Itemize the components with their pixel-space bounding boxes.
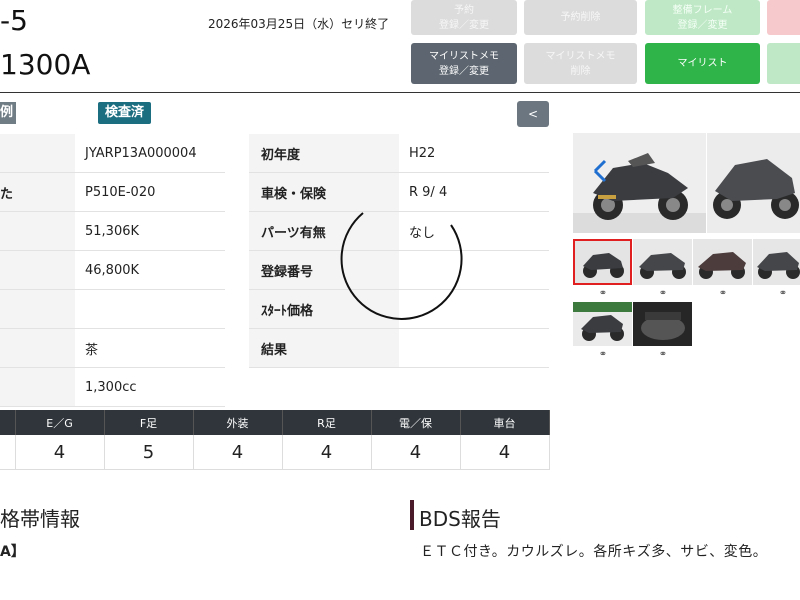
mylist-button[interactable]: マイリスト	[645, 43, 760, 84]
spec-row: 51,306K パーツ有無 なし	[0, 211, 549, 251]
spec-row: JYARP13A000004 初年度 H22	[0, 134, 549, 173]
extra-button[interactable]	[767, 0, 800, 35]
spec-left-value: JYARP13A000004	[75, 134, 225, 173]
mylist-memo-delete-button[interactable]: マイリストメモ 削除	[524, 43, 637, 84]
spec-left-label	[0, 211, 75, 251]
mylist-memo-line1: マイリストメモ	[429, 50, 499, 62]
spec-right-value	[399, 328, 549, 368]
spec-left-value: 51,306K	[75, 211, 225, 251]
mylist-memo-line2: 登録／変更	[439, 65, 489, 77]
bds-report-text: ＥＴＣ付き。カウルズレ。各所キズ多、サビ、変色。	[420, 544, 768, 560]
thumbnail-selected[interactable]	[573, 239, 632, 285]
spec-left-value: P510E-020	[75, 172, 225, 212]
link-icon[interactable]: ⚭	[658, 350, 668, 360]
reserve-delete-label: 予約削除	[560, 12, 601, 23]
spec-row: 46,800K 登録番号	[0, 250, 549, 290]
thumbnail[interactable]	[693, 239, 752, 285]
grade-value: 5	[104, 435, 194, 470]
mylist-memo-button[interactable]: マイリストメモ 登録／変更	[411, 43, 517, 84]
spec-row: ｽﾀｰﾄ価格	[0, 289, 549, 329]
spec-left-value: 46,800K	[75, 250, 225, 290]
model-name: 1300A	[0, 48, 91, 81]
reserve-delete-button[interactable]: 予約削除	[524, 0, 637, 35]
grade-header: 電／保	[371, 410, 461, 435]
spinner-icon	[340, 212, 463, 320]
engine-image	[633, 302, 692, 346]
grade-value	[0, 435, 16, 470]
grade-value: 4	[15, 435, 105, 470]
spec-row: 茶 結果	[0, 328, 549, 368]
price-band-title: 格帯情報	[0, 507, 80, 531]
spec-left-label	[0, 250, 75, 290]
example-badge: 例	[0, 102, 16, 124]
motorcycle-image	[633, 239, 692, 285]
motorcycle-image	[707, 133, 800, 233]
grade-header: R足	[282, 410, 372, 435]
spec-left-value: 1,300cc	[75, 367, 225, 407]
frame-register-line1: 整備フレーム	[672, 4, 733, 16]
extra-green-button[interactable]	[767, 43, 800, 84]
motorcycle-image	[753, 239, 800, 285]
grade-header: 車台	[460, 410, 550, 435]
thumbnail[interactable]	[633, 302, 692, 346]
motorcycle-image	[573, 302, 632, 346]
reserve-button-line1: 予約	[454, 4, 474, 16]
grade-table: E／G F足 外装 R足 電／保 車台 4 5 4 4 4 4	[0, 410, 550, 470]
grade-value: 4	[371, 435, 461, 470]
spec-row: た P510E-020 車検・保険 R 9/ 4	[0, 172, 549, 212]
spec-right-value: H22	[399, 134, 549, 173]
lot-number: -5	[0, 4, 28, 37]
reserve-button-line2: 登録／変更	[439, 19, 489, 31]
spec-table: JYARP13A000004 初年度 H22 た P510E-020 車検・保険…	[0, 134, 549, 407]
grade-header-row: E／G F足 外装 R足 電／保 車台	[0, 410, 550, 435]
spec-row: 1,300cc	[0, 367, 549, 407]
spec-right-label: 初年度	[249, 134, 399, 173]
reserve-button[interactable]: 予約 登録／変更	[411, 0, 517, 35]
grade-header: 外装	[193, 410, 283, 435]
main-photo[interactable]	[573, 133, 706, 233]
mylist-label: マイリスト	[677, 58, 728, 69]
grade-header	[0, 410, 16, 435]
spec-left-label	[0, 367, 75, 407]
auction-end-date: 2026年03月25日（水）セリ終了	[208, 17, 390, 31]
link-icon[interactable]: ⚭	[598, 289, 608, 299]
motorcycle-image	[575, 241, 630, 283]
section-accent-bar	[410, 500, 414, 530]
grade-header: F足	[104, 410, 194, 435]
frame-register-line2: 登録／変更	[677, 19, 728, 31]
inspected-badge: 検査済	[98, 102, 152, 124]
bds-report-title: BDS報告	[419, 507, 501, 531]
header-divider	[0, 92, 800, 93]
spec-right-label: 結果	[249, 328, 399, 368]
grade-value: 4	[460, 435, 550, 470]
spec-left-label	[0, 328, 75, 368]
grade-value: 4	[282, 435, 372, 470]
spec-left-value	[75, 289, 225, 329]
price-band-value: A】	[0, 544, 25, 560]
thumbnail[interactable]	[633, 239, 692, 285]
spec-left-label	[0, 134, 75, 173]
thumbnail[interactable]	[753, 239, 800, 285]
grade-value-row: 4 5 4 4 4 4	[0, 435, 550, 470]
spec-left-value: 茶	[75, 328, 225, 368]
mylist-memo-delete-line1: マイリストメモ	[545, 50, 616, 62]
motorcycle-image	[573, 133, 706, 233]
link-icon[interactable]: ⚭	[718, 289, 728, 299]
thumbnail[interactable]	[573, 302, 632, 346]
grade-value: 4	[193, 435, 283, 470]
collapse-button[interactable]: <	[517, 101, 549, 127]
spec-left-label: た	[0, 172, 75, 212]
spec-left-label	[0, 289, 75, 329]
motorcycle-image	[693, 239, 752, 285]
link-icon[interactable]: ⚭	[658, 289, 668, 299]
grade-header: E／G	[15, 410, 105, 435]
link-icon[interactable]: ⚭	[778, 289, 788, 299]
frame-register-button[interactable]: 整備フレーム 登録／変更	[645, 0, 760, 35]
link-icon[interactable]: ⚭	[598, 350, 608, 360]
main-photo-2[interactable]	[707, 133, 800, 233]
mylist-memo-delete-line2: 削除	[570, 65, 591, 77]
